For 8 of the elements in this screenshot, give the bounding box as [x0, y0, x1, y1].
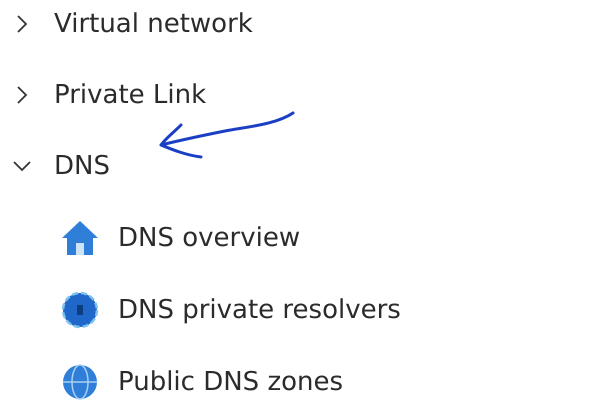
globe-icon	[60, 290, 100, 330]
nav-item[interactable]: DNS	[54, 151, 110, 182]
globe-icon	[60, 362, 100, 400]
nav-item[interactable]: Private Link	[54, 80, 206, 110]
nav-item[interactable]: DNS private resolvers	[118, 294, 401, 325]
nav-item[interactable]: Public DNS zones	[118, 366, 344, 397]
nav-item[interactable]: DNS overview	[118, 222, 300, 253]
nav-item[interactable]: Virtual network	[54, 8, 253, 39]
